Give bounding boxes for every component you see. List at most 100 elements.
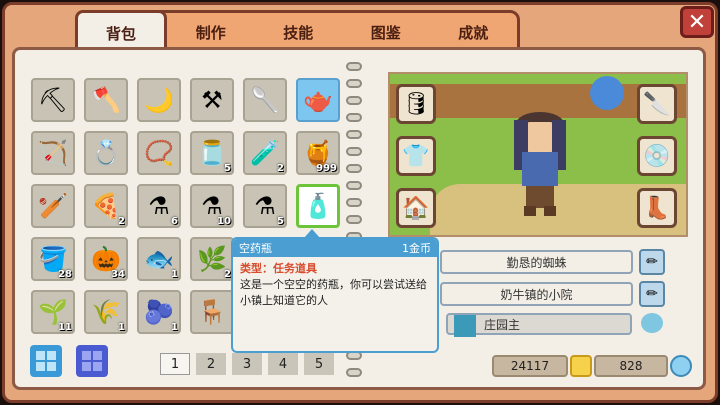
inventory-slot[interactable]: 🍕 2 <box>84 184 128 228</box>
item-icon: 🪣 <box>38 245 68 273</box>
ring <box>346 368 362 377</box>
boots-icon[interactable]: 👢 <box>637 188 677 228</box>
edit-title-icon[interactable]: ✏ <box>639 249 665 275</box>
item-count: 10 <box>217 216 231 227</box>
inventory-slot[interactable]: 💍 <box>84 131 128 175</box>
inventory-slot[interactable]: 🥄 <box>243 78 287 122</box>
item-icon: 🌱 <box>38 298 68 326</box>
item-tooltip: 空药瓶 1金币 类型：任务道具 这是一个空空的药瓶，你可以尝试送给小镇上知道它的… <box>231 237 439 353</box>
tab-skills[interactable]: 技能 <box>255 13 343 51</box>
item-icon: ⚗ <box>201 192 223 220</box>
farm-name-field[interactable]: 奶牛镇的小院 <box>440 282 633 306</box>
item-count: 28 <box>58 269 72 280</box>
dropdown-icon[interactable] <box>641 313 663 333</box>
item-icon: 🐟 <box>144 245 174 273</box>
inventory-slot[interactable]: 🍯 999 <box>296 131 340 175</box>
inventory-slot[interactable]: 🧪 2 <box>243 131 287 175</box>
item-icon: 🌿 <box>197 245 227 273</box>
item-name: 空药瓶 <box>239 242 272 255</box>
knife-icon[interactable]: 🔪 <box>637 84 677 124</box>
tab-collection[interactable]: 图鉴 <box>342 13 430 51</box>
gem-amount: 828 <box>594 355 668 377</box>
ring <box>346 215 362 224</box>
inventory-slot[interactable]: 🏹 <box>31 131 75 175</box>
item-icon: 🥄 <box>250 86 280 114</box>
inventory-slot[interactable]: 🏏 <box>31 184 75 228</box>
item-description: 这是一个空空的药瓶，你可以尝试送给小镇上知道它的人 <box>240 278 427 307</box>
inventory-slot[interactable]: 🐟 1 <box>137 237 181 281</box>
compact-view-icon[interactable] <box>76 345 108 377</box>
item-type: 类型：任务道具 <box>240 262 317 275</box>
item-icon: 🌾 <box>91 298 121 326</box>
inventory-slot[interactable]: ⚗ 6 <box>137 184 181 228</box>
edit-farm-icon[interactable]: ✏ <box>639 281 665 307</box>
inventory-slot[interactable]: ⚗ 5 <box>243 184 287 228</box>
item-count: 1 <box>171 322 178 333</box>
inventory-slot[interactable]: ⚗ 10 <box>190 184 234 228</box>
player-title-field[interactable]: 勤恳的蜘蛛 <box>440 250 633 274</box>
inventory-slot[interactable]: 🫙 5 <box>190 131 234 175</box>
inventory-slot[interactable]: 🪣 28 <box>31 237 75 281</box>
item-count: 1 <box>171 269 178 280</box>
close-button[interactable]: ✕ <box>680 6 714 38</box>
page-5[interactable]: 5 <box>304 353 334 375</box>
inventory-slot[interactable]: 🪑 <box>190 290 234 334</box>
item-icon: ⚗ <box>148 192 170 220</box>
item-count: 999 <box>316 163 337 174</box>
gem-icon <box>670 355 692 377</box>
item-icon: 🫖 <box>303 86 333 114</box>
item-icon: 🧴 <box>303 192 333 220</box>
page-3[interactable]: 3 <box>232 353 262 375</box>
gold-amount: 24117 <box>492 355 568 377</box>
inventory-slot[interactable]: 🫐 1 <box>137 290 181 334</box>
page-1[interactable]: 1 <box>160 353 190 375</box>
tab-achievements[interactable]: 成就 <box>430 13 518 51</box>
ring <box>346 62 362 71</box>
inventory-slot[interactable]: 🌿 2 <box>190 237 234 281</box>
item-count: 2 <box>224 269 231 280</box>
inventory-slot[interactable]: 🌱 11 <box>31 290 75 334</box>
item-icon: 📿 <box>144 139 174 167</box>
inventory-slot[interactable]: ⚒ <box>190 78 234 122</box>
ring-icon[interactable]: 💿 <box>637 136 677 176</box>
item-icon: 🏏 <box>38 192 68 220</box>
barrel-icon[interactable]: 🛢 <box>396 84 436 124</box>
inventory-slot[interactable]: 🫖 <box>296 78 340 122</box>
inventory-slot[interactable]: 🪓 <box>84 78 128 122</box>
item-icon: 🌙 <box>144 86 174 114</box>
rank-label: 庄园主 <box>484 317 521 332</box>
item-icon: ⚒ <box>201 86 223 114</box>
ring <box>346 147 362 156</box>
player-character <box>514 112 566 216</box>
inventory-slot[interactable]: 🎃 34 <box>84 237 128 281</box>
grid-view-icon[interactable] <box>30 345 62 377</box>
item-count: 5 <box>277 216 284 227</box>
item-icon: 🍯 <box>303 139 333 167</box>
ring <box>346 130 362 139</box>
item-icon: 🫙 <box>197 139 227 167</box>
inventory-slot[interactable]: 🌙 <box>137 78 181 122</box>
ring <box>346 164 362 173</box>
item-count: 1 <box>118 322 125 333</box>
tab-crafting[interactable]: 制作 <box>167 13 255 51</box>
shirt-icon[interactable]: 👕 <box>396 136 436 176</box>
item-icon: 💍 <box>91 139 121 167</box>
building-icon[interactable]: 🏠 <box>396 188 436 228</box>
item-count: 5 <box>224 163 231 174</box>
item-icon: 🏹 <box>38 139 68 167</box>
item-count: 11 <box>58 322 72 333</box>
page-4[interactable]: 4 <box>268 353 298 375</box>
ring <box>346 79 362 88</box>
inventory-slot[interactable]: ⛏ <box>31 78 75 122</box>
page-2[interactable]: 2 <box>196 353 226 375</box>
item-count: 6 <box>171 216 178 227</box>
inventory-slot[interactable]: 🧴 <box>296 184 340 228</box>
item-count: 2 <box>277 163 284 174</box>
ring <box>346 96 362 105</box>
item-icon: ⚗ <box>254 192 276 220</box>
ring <box>346 181 362 190</box>
grid-glyph <box>36 351 56 371</box>
inventory-slot[interactable]: 📿 <box>137 131 181 175</box>
inventory-slot[interactable]: 🌾 1 <box>84 290 128 334</box>
item-icon: 🍕 <box>91 192 121 220</box>
